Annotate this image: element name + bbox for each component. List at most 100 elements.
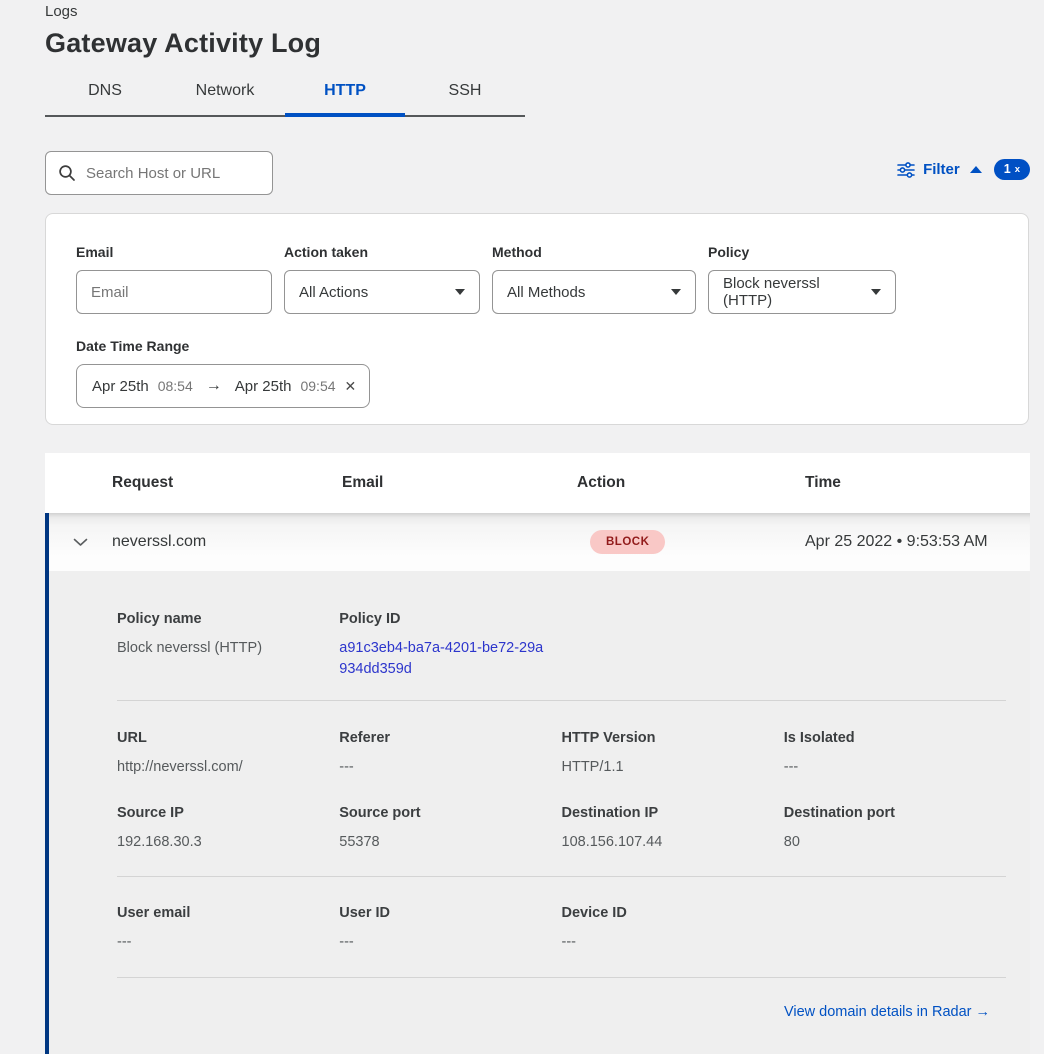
detail-field: Destination IP 108.156.107.44	[562, 805, 784, 853]
url-value: http://neverssl.com/	[117, 757, 339, 778]
policy-filter-label: Policy	[708, 244, 896, 260]
user-email-value: ---	[117, 932, 339, 953]
user-section: User email --- User ID --- Device ID ---	[117, 877, 1006, 977]
detail-field: Is Isolated ---	[784, 730, 1006, 778]
detail-field: User email ---	[117, 905, 339, 953]
user-id-label: User ID	[339, 905, 561, 921]
filter-sliders-icon	[897, 162, 915, 178]
search-icon	[58, 164, 76, 182]
destination-ip-value: 108.156.107.44	[562, 832, 784, 853]
search-input[interactable]	[86, 165, 260, 182]
end-date[interactable]: Apr 25th	[235, 378, 292, 395]
is-isolated-label: Is Isolated	[784, 730, 1006, 746]
action-filter-label: Action taken	[284, 244, 480, 260]
detail-field: Referer ---	[339, 730, 561, 778]
action-filter-select[interactable]: All Actions	[284, 270, 480, 314]
filter-panel: Email Action taken All Actions Method Al…	[45, 213, 1029, 425]
chevron-down-icon	[73, 538, 88, 547]
policy-name-value: Block neverssl (HTTP)	[117, 638, 339, 659]
detail-field: URL http://neverssl.com/	[117, 730, 339, 778]
policy-id-label: Policy ID	[339, 611, 561, 627]
log-type-tabs: DNS Network HTTP SSH	[45, 78, 525, 117]
row-request[interactable]: neverssl.com	[112, 533, 342, 551]
email-filter-input[interactable]	[91, 284, 257, 301]
tab-http[interactable]: HTTP	[285, 78, 405, 115]
referer-label: Referer	[339, 730, 561, 746]
page-title: Gateway Activity Log	[45, 28, 321, 59]
source-port-label: Source port	[339, 805, 561, 821]
expanded-row-container: neverssl.com BLOCK Apr 25 2022 • 9:53:53…	[45, 513, 1030, 1054]
destination-ip-label: Destination IP	[562, 805, 784, 821]
chevron-down-icon	[671, 289, 681, 295]
detail-field: Policy name Block neverssl (HTTP)	[117, 611, 339, 680]
detail-field: HTTP Version HTTP/1.1	[562, 730, 784, 778]
tab-dns[interactable]: DNS	[45, 78, 165, 115]
filter-toggle[interactable]: Filter 1 x	[897, 159, 1030, 180]
http-version-value: HTTP/1.1	[562, 757, 784, 778]
destination-port-label: Destination port	[784, 805, 1006, 821]
filter-count-badge[interactable]: 1 x	[994, 159, 1030, 180]
action-filter-value: All Actions	[299, 284, 368, 301]
policy-id-link[interactable]: a91c3eb4-ba7a-4201-be72-29a934dd359d	[339, 638, 547, 680]
policy-filter-value: Block neverssl (HTTP)	[723, 275, 861, 309]
row-details-panel: Policy name Block neverssl (HTTP) Policy…	[49, 571, 1030, 1054]
filter-clear-x-icon: x	[1015, 164, 1020, 175]
search-box[interactable]	[45, 151, 273, 195]
end-time[interactable]: 09:54	[300, 378, 335, 394]
date-range-label: Date Time Range	[76, 338, 998, 354]
activity-log-table: Request Email Action Time neverssl.com B…	[45, 453, 1030, 1054]
column-header-time: Time	[805, 474, 1030, 492]
date-range-picker[interactable]: Apr 25th 08:54 → Apr 25th 09:54 ✕	[76, 364, 370, 408]
radar-link-row: View domain details in Radar →	[117, 978, 1006, 1021]
method-filter-group: Method All Methods	[492, 244, 696, 314]
start-date[interactable]: Apr 25th	[92, 378, 149, 395]
policy-section: Policy name Block neverssl (HTTP) Policy…	[117, 611, 1006, 700]
filter-count: 1	[1004, 162, 1011, 176]
is-isolated-value: ---	[784, 757, 1006, 778]
tab-network[interactable]: Network	[165, 78, 285, 115]
url-label: URL	[117, 730, 339, 746]
user-id-value: ---	[339, 932, 561, 953]
method-filter-label: Method	[492, 244, 696, 260]
email-filter-group: Email	[76, 244, 272, 314]
device-id-label: Device ID	[562, 905, 784, 921]
detail-field: User ID ---	[339, 905, 561, 953]
column-header-action: Action	[577, 474, 805, 492]
source-ip-label: Source IP	[117, 805, 339, 821]
table-row[interactable]: neverssl.com BLOCK Apr 25 2022 • 9:53:53…	[49, 513, 1030, 571]
method-filter-select[interactable]: All Methods	[492, 270, 696, 314]
user-email-label: User email	[117, 905, 339, 921]
policy-filter-group: Policy Block neverssl (HTTP)	[708, 244, 896, 314]
row-time: Apr 25 2022 • 9:53:53 AM	[805, 533, 1030, 551]
column-header-email: Email	[342, 474, 577, 492]
block-status-badge: BLOCK	[590, 530, 665, 554]
http-version-label: HTTP Version	[562, 730, 784, 746]
date-range-group: Date Time Range Apr 25th 08:54 → Apr 25t…	[76, 338, 998, 408]
detail-field: Device ID ---	[562, 905, 784, 953]
referer-value: ---	[339, 757, 561, 778]
email-filter-label: Email	[76, 244, 272, 260]
row-action: BLOCK	[577, 530, 805, 554]
chevron-down-icon	[871, 289, 881, 295]
device-id-value: ---	[562, 932, 784, 953]
source-port-value: 55378	[339, 832, 561, 853]
http-section: URL http://neverssl.com/ Referer --- HTT…	[117, 701, 1006, 778]
network-section: Source IP 192.168.30.3 Source port 55378…	[117, 778, 1006, 876]
action-filter-group: Action taken All Actions	[284, 244, 480, 314]
email-filter-field[interactable]	[76, 270, 272, 314]
row-expander[interactable]	[49, 538, 112, 547]
policy-name-label: Policy name	[117, 611, 339, 627]
tab-ssh[interactable]: SSH	[405, 78, 525, 115]
chevron-down-icon	[455, 289, 465, 295]
start-time[interactable]: 08:54	[158, 378, 193, 394]
view-in-radar-link[interactable]: View domain details in Radar →	[784, 1004, 990, 1020]
range-arrow-icon: →	[206, 377, 222, 395]
breadcrumb[interactable]: Logs	[45, 3, 78, 20]
clear-date-range-icon[interactable]: ✕	[345, 378, 357, 395]
destination-port-value: 80	[784, 832, 1006, 853]
detail-field: Source port 55378	[339, 805, 561, 853]
detail-field: Destination port 80	[784, 805, 1006, 853]
policy-filter-select[interactable]: Block neverssl (HTTP)	[708, 270, 896, 314]
table-header-row: Request Email Action Time	[45, 453, 1030, 513]
filter-label: Filter	[923, 161, 960, 178]
